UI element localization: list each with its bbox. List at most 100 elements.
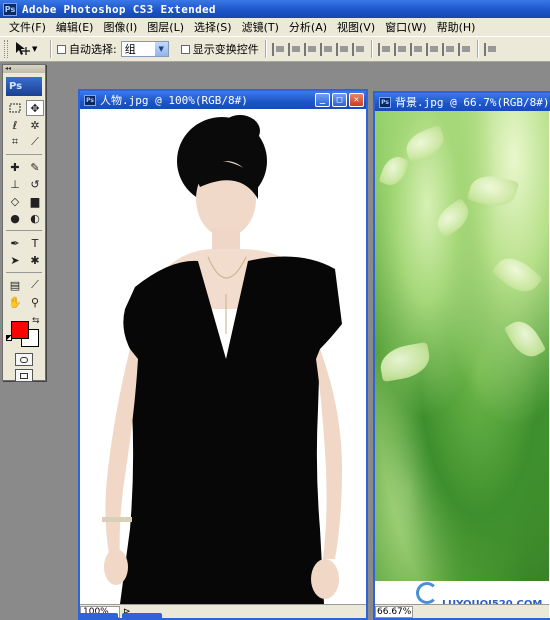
tool-grid: ✥ ℓ ✲ ⌗ ⟋	[3, 98, 45, 152]
menu-filter[interactable]: 滤镜(T)	[237, 19, 284, 35]
screen-mode-button[interactable]	[15, 369, 33, 382]
slice-tool-icon[interactable]: ⟋	[26, 134, 44, 150]
show-transform-checkbox[interactable]: 显示变换控件	[180, 41, 259, 57]
separator	[50, 40, 51, 58]
foreground-color[interactable]	[11, 321, 29, 339]
swap-colors-icon[interactable]: ⇆	[32, 316, 40, 326]
show-transform-label: 显示变换控件	[192, 43, 259, 56]
distribute-bottom-icon[interactable]	[409, 42, 423, 56]
eraser-tool-icon[interactable]: ◇	[6, 193, 24, 209]
minimize-button[interactable]: _	[315, 93, 330, 107]
window-buttons: _ □ ✕	[315, 93, 364, 107]
pen-tool-icon[interactable]: ✒	[6, 235, 24, 251]
move-tool-icon[interactable]: ✥	[26, 100, 44, 116]
screen-mode-icon	[20, 372, 28, 379]
minimized-window[interactable]	[122, 613, 162, 620]
menu-select[interactable]: 选择(S)	[189, 19, 237, 35]
menu-image[interactable]: 图像(I)	[98, 19, 142, 35]
history-brush-icon[interactable]: ↺	[26, 176, 44, 192]
leaf	[377, 341, 433, 383]
distribute-right-icon[interactable]	[457, 42, 471, 56]
menu-view[interactable]: 视图(V)	[332, 19, 380, 35]
doc-titlebar[interactable]: Ps 人物.jpg @ 100%(RGB/8#) _ □ ✕	[80, 91, 366, 109]
separator	[370, 40, 372, 58]
leaf	[503, 315, 547, 363]
tool-grid: ✒ T ➤ ✱	[3, 233, 45, 270]
menu-bar: 文件(F) 编辑(E) 图像(I) 图层(L) 选择(S) 滤镜(T) 分析(A…	[0, 18, 550, 36]
auto-select-checkbox[interactable]: 自动选择:	[57, 41, 117, 57]
lasso-tool-icon[interactable]: ℓ	[6, 117, 24, 133]
eyedropper-tool-icon[interactable]: ⟋	[26, 277, 44, 293]
doc-title: 人物.jpg @ 100%(RGB/8#)	[100, 94, 248, 107]
document-window-background: Ps 背景.jpg @ 66.7%(RGB/8#) 路由器之家 LUYOUQI5…	[373, 91, 550, 620]
photoshop-doc-icon: Ps	[84, 94, 96, 106]
distribute-vcenter-icon[interactable]	[393, 42, 407, 56]
path-selection-icon[interactable]: ➤	[6, 252, 24, 268]
zoom-tool-icon[interactable]: ⚲	[26, 294, 44, 310]
align-top-icon[interactable]	[271, 42, 285, 56]
distribute-left-icon[interactable]	[425, 42, 439, 56]
brush-tool-icon[interactable]: ✎	[26, 159, 44, 175]
dodge-tool-icon[interactable]: ◐	[26, 210, 44, 226]
separator	[264, 40, 266, 58]
doc-title: 背景.jpg @ 66.7%(RGB/8#)	[395, 96, 550, 109]
align-right-icon[interactable]	[351, 42, 365, 56]
checkbox-box[interactable]	[57, 44, 66, 54]
minimized-window[interactable]	[78, 613, 118, 620]
align-hcenter-icon[interactable]	[335, 42, 349, 56]
maximize-button[interactable]: □	[332, 93, 347, 107]
menu-file[interactable]: 文件(F)	[4, 19, 51, 35]
healing-brush-icon[interactable]: ✚	[6, 159, 24, 175]
shape-tool-icon[interactable]: ✱	[26, 252, 44, 268]
type-tool-icon[interactable]: T	[26, 235, 44, 251]
align-left-icon[interactable]	[319, 42, 333, 56]
color-swatches: ⇆	[6, 316, 42, 350]
close-button[interactable]: ✕	[349, 93, 364, 107]
quick-mask-button[interactable]	[15, 353, 33, 366]
auto-select-label: 自动选择:	[69, 43, 117, 56]
notes-tool-icon[interactable]: ▤	[6, 277, 24, 293]
distribute-buttons	[377, 42, 471, 56]
menu-edit[interactable]: 编辑(E)	[51, 19, 99, 35]
doc-titlebar[interactable]: Ps 背景.jpg @ 66.7%(RGB/8#)	[375, 93, 550, 111]
marquee-tool-icon[interactable]	[6, 100, 24, 116]
menu-help[interactable]: 帮助(H)	[432, 19, 481, 35]
router-logo-icon	[416, 582, 438, 604]
auto-align-icon[interactable]	[483, 42, 497, 56]
checkbox-box[interactable]	[180, 44, 190, 54]
move-tool-icon	[16, 42, 30, 55]
photoshop-doc-icon: Ps	[379, 96, 391, 108]
options-grip[interactable]	[4, 40, 8, 58]
menu-layer[interactable]: 图层(L)	[142, 19, 189, 35]
tool-preset-picker[interactable]: ▼	[14, 39, 44, 59]
options-bar: ▼ 自动选择: 组 ▼ 显示变换控件	[0, 36, 550, 62]
doc-statusbar: 66.67%	[375, 604, 549, 618]
leaf	[378, 153, 410, 189]
zoom-field[interactable]: 66.67%	[375, 605, 413, 618]
photoshop-logo[interactable]: Ps	[6, 77, 42, 96]
blur-tool-icon[interactable]: ●	[6, 210, 24, 226]
person-illustration	[102, 115, 342, 604]
clone-stamp-icon[interactable]: ⊥	[6, 176, 24, 192]
align-vcenter-icon[interactable]	[287, 42, 301, 56]
distribute-top-icon[interactable]	[377, 42, 391, 56]
menu-analysis[interactable]: 分析(A)	[284, 19, 332, 35]
align-bottom-icon[interactable]	[303, 42, 317, 56]
app-titlebar: Ps Adobe Photoshop CS3 Extended	[0, 0, 550, 18]
distribute-hcenter-icon[interactable]	[441, 42, 455, 56]
menu-window[interactable]: 窗口(W)	[380, 19, 431, 35]
leaf	[491, 250, 543, 300]
leaf	[401, 124, 449, 164]
toolbox-collapse[interactable]: ◂◂	[3, 65, 45, 73]
photoshop-icon: Ps	[3, 2, 17, 16]
hand-tool-icon[interactable]: ✋	[6, 294, 24, 310]
auto-select-value: 组	[124, 43, 136, 56]
divider	[6, 230, 42, 231]
toolbox: ◂◂ Ps ✥ ℓ ✲ ⌗ ⟋ ✚ ✎ ⊥ ↺ ◇ ▆ ● ◐ ✒ T ➤ ✱ …	[2, 64, 46, 382]
chevron-down-icon: ▼	[154, 42, 168, 56]
crop-tool-icon[interactable]: ⌗	[6, 134, 24, 150]
auto-select-dropdown[interactable]: 组 ▼	[120, 41, 169, 57]
quick-mask-icon	[20, 356, 28, 363]
magic-wand-icon[interactable]: ✲	[26, 117, 44, 133]
gradient-tool-icon[interactable]: ▆	[26, 193, 44, 209]
